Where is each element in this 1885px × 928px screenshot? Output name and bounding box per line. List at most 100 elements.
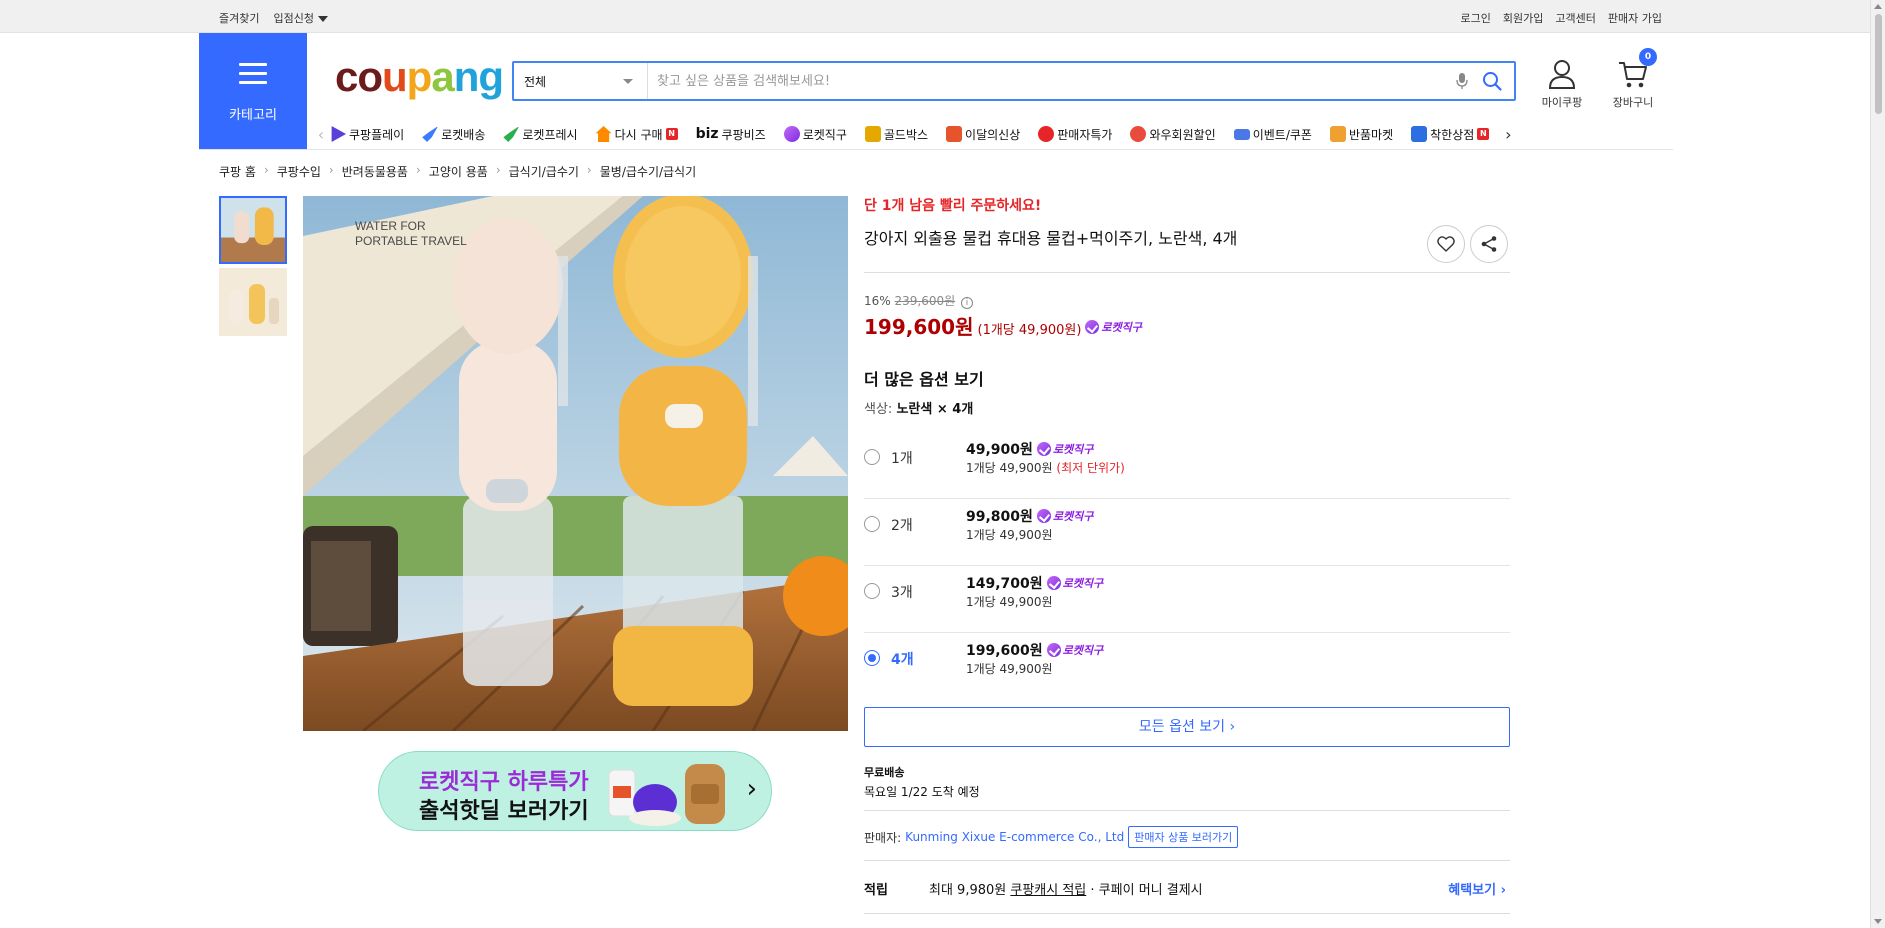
mypage-button[interactable]: 마이쿠팡 <box>1532 58 1592 110</box>
rocket-global-label: 로켓직구 <box>1052 510 1094 523</box>
option-radio[interactable] <box>864 449 880 465</box>
chevron-right-icon: › <box>263 163 269 177</box>
dropdown-arrow-icon <box>623 79 633 84</box>
page-scrollbar[interactable] <box>1870 0 1885 928</box>
cart-label: 장바구니 <box>1612 96 1654 109</box>
nav-item-coupang-biz[interactable]: biz 쿠팡비즈 <box>696 126 766 143</box>
cart-button[interactable]: 0 장바구니 <box>1603 48 1663 110</box>
store-apply-menu[interactable]: 입점신청 <box>273 10 328 26</box>
rocket-fresh-icon <box>503 126 520 142</box>
nav-label: 이달의신상 <box>965 127 1021 142</box>
rocket-global-badge: 로켓직구 <box>1046 642 1104 658</box>
seller-products-button[interactable]: 판매자 상품 보러가기 <box>1128 826 1239 848</box>
product-photo: WATER FOR PORTABLE TRAVEL <box>303 196 848 731</box>
seller-label: 판매자: <box>864 830 902 845</box>
scroll-down-arrow-icon[interactable] <box>1874 919 1882 924</box>
option-row-2[interactable]: 2개 99,800원 로켓직구 1개당 49,900원 <box>864 499 1510 566</box>
option-unit-price: 1개당 49,900원 <box>966 528 1053 542</box>
wishlist-button[interactable] <box>1427 225 1465 263</box>
scrollbar-thumb[interactable] <box>1875 14 1882 114</box>
option-unit-line: 1개당 49,900원 (최저 단위가) <box>966 459 1125 476</box>
option-unit-price: 1개당 49,900원 <box>966 461 1053 475</box>
product-main-image[interactable]: WATER FOR PORTABLE TRAVEL <box>303 196 848 731</box>
product-thumbnail-2[interactable] <box>219 268 287 336</box>
breadcrumb-item[interactable]: 물병/급수기/급식기 <box>600 163 696 180</box>
nav-item-wow-discount[interactable]: 와우회원할인 <box>1130 126 1216 143</box>
nav-item-good-store[interactable]: 착한상점 N <box>1411 126 1490 143</box>
nav-label: 반품마켓 <box>1348 127 1394 142</box>
customer-center-link[interactable]: 고객센터 <box>1555 10 1595 26</box>
microphone-icon[interactable] <box>1456 72 1468 90</box>
view-benefits-link[interactable]: 혜택보기 › <box>1448 879 1506 898</box>
scroll-up-arrow-icon[interactable] <box>1874 4 1882 9</box>
nav-label: 로켓프레시 <box>522 127 578 142</box>
breadcrumb-item[interactable]: 반려동물용품 <box>342 163 408 180</box>
breadcrumb-item[interactable]: 쿠팡수입 <box>277 163 321 180</box>
header-divider <box>199 149 1673 150</box>
share-button[interactable] <box>1470 225 1508 263</box>
option-radio-selected[interactable] <box>864 650 880 666</box>
discount-rate: 16% <box>864 294 891 308</box>
breadcrumb-item[interactable]: 쿠팡 홈 <box>219 163 256 180</box>
image-caption-line-2: PORTABLE TRAVEL <box>355 234 467 248</box>
nav-item-repurchase[interactable]: 다시 구매 N <box>595 126 678 143</box>
color-value: 노란색 × 4개 <box>896 402 974 417</box>
option-price-line: 49,900원 로켓직구 <box>966 439 1093 459</box>
option-row-3[interactable]: 3개 149,700원 로켓직구 1개당 49,900원 <box>864 566 1510 633</box>
store-icon <box>1411 126 1428 142</box>
category-menu-button[interactable]: 카테고리 <box>199 33 307 149</box>
rocket-global-badge: 로켓직구 <box>1085 319 1142 335</box>
caret-down-icon <box>317 16 328 22</box>
option-unit-price: 1개당 49,900원 <box>966 662 1053 676</box>
delivery-date: 목요일 1/22 도착 예정 <box>864 785 980 799</box>
nav-item-seller-deal[interactable]: 판매자특가 <box>1038 126 1112 143</box>
view-all-options-button[interactable]: 모든 옵션 보기 › <box>864 707 1510 747</box>
nav-item-coupang-play[interactable]: 쿠팡플레이 <box>330 126 404 143</box>
free-shipping-label: 무료배송 <box>864 766 905 779</box>
biz-icon: biz <box>695 126 719 142</box>
product-thumbnail-1[interactable] <box>219 196 287 264</box>
search-input[interactable] <box>657 69 1437 93</box>
new-badge: N <box>665 128 678 140</box>
nav-item-goldbox[interactable]: 골드박스 <box>864 126 928 143</box>
seller-signup-link[interactable]: 판매자 가입 <box>1608 10 1662 26</box>
seller-row: 판매자: Kunming Xixue E-commerce Co., Ltd 판… <box>864 826 1239 848</box>
share-icon <box>1481 236 1497 252</box>
option-radio[interactable] <box>864 516 880 532</box>
signup-link[interactable]: 회원가입 <box>1503 10 1543 26</box>
search-category-select[interactable]: 전체 <box>514 63 648 99</box>
rocket-global-label: 로켓직구 <box>1062 644 1104 657</box>
info-icon[interactable]: i <box>961 297 973 309</box>
nav-item-return-market[interactable]: 반품마켓 <box>1329 126 1394 143</box>
coupang-cash-link[interactable]: 쿠팡캐시 적립 <box>1010 883 1086 898</box>
thumbnail-image <box>219 268 287 336</box>
nav-item-event-coupon[interactable]: 이벤트/쿠폰 <box>1233 126 1312 143</box>
divider <box>864 860 1510 861</box>
rocket-global-icon <box>1046 576 1061 590</box>
rocket-global-deal-banner[interactable]: 로켓직구 하루특가 출석핫딜 보러가기 › <box>378 751 772 831</box>
nav-next-arrow-icon[interactable]: › <box>1499 125 1517 144</box>
search-icon[interactable] <box>1482 71 1502 91</box>
nav-prev-arrow-icon[interactable]: ‹ <box>312 125 330 144</box>
option-radio[interactable] <box>864 583 880 599</box>
option-row-1[interactable]: 1개 49,900원 로켓직구 1개당 49,900원 (최저 단위가) <box>864 432 1510 499</box>
nav-item-rocket-global[interactable]: 로켓직구 <box>783 126 847 143</box>
login-link[interactable]: 로그인 <box>1461 10 1491 26</box>
breadcrumb-item[interactable]: 고양이 용품 <box>429 163 488 180</box>
heart-icon <box>1437 236 1455 252</box>
seller-name-link[interactable]: Kunming Xixue E-commerce Co., Ltd <box>905 830 1124 844</box>
selected-option: 색상: 노란색 × 4개 <box>864 398 973 417</box>
breadcrumb-item[interactable]: 급식기/급수기 <box>509 163 579 180</box>
option-row-4[interactable]: 4개 199,600원 로켓직구 1개당 49,900원 <box>864 633 1510 700</box>
nav-item-rocket-delivery[interactable]: 로켓배송 <box>422 126 485 143</box>
breadcrumb: 쿠팡 홈 › 쿠팡수입 › 반려동물용품 › 고양이 용품 › 급식기/급수기 › 물병/… <box>219 163 696 180</box>
logo-part: co <box>335 53 383 100</box>
divider <box>864 272 1510 273</box>
bookmark-link[interactable]: 즐겨찾기 <box>219 10 259 26</box>
option-unit-price: 1개당 49,900원 <box>966 595 1053 609</box>
rocket-global-badge: 로켓직구 <box>1046 575 1103 591</box>
nav-item-new-arrivals[interactable]: 이달의신상 <box>946 126 1020 143</box>
nav-label: 다시 구매 <box>614 127 663 142</box>
nav-item-rocket-fresh[interactable]: 로켓프레시 <box>503 126 578 143</box>
coupang-logo[interactable]: coupang <box>335 53 504 100</box>
